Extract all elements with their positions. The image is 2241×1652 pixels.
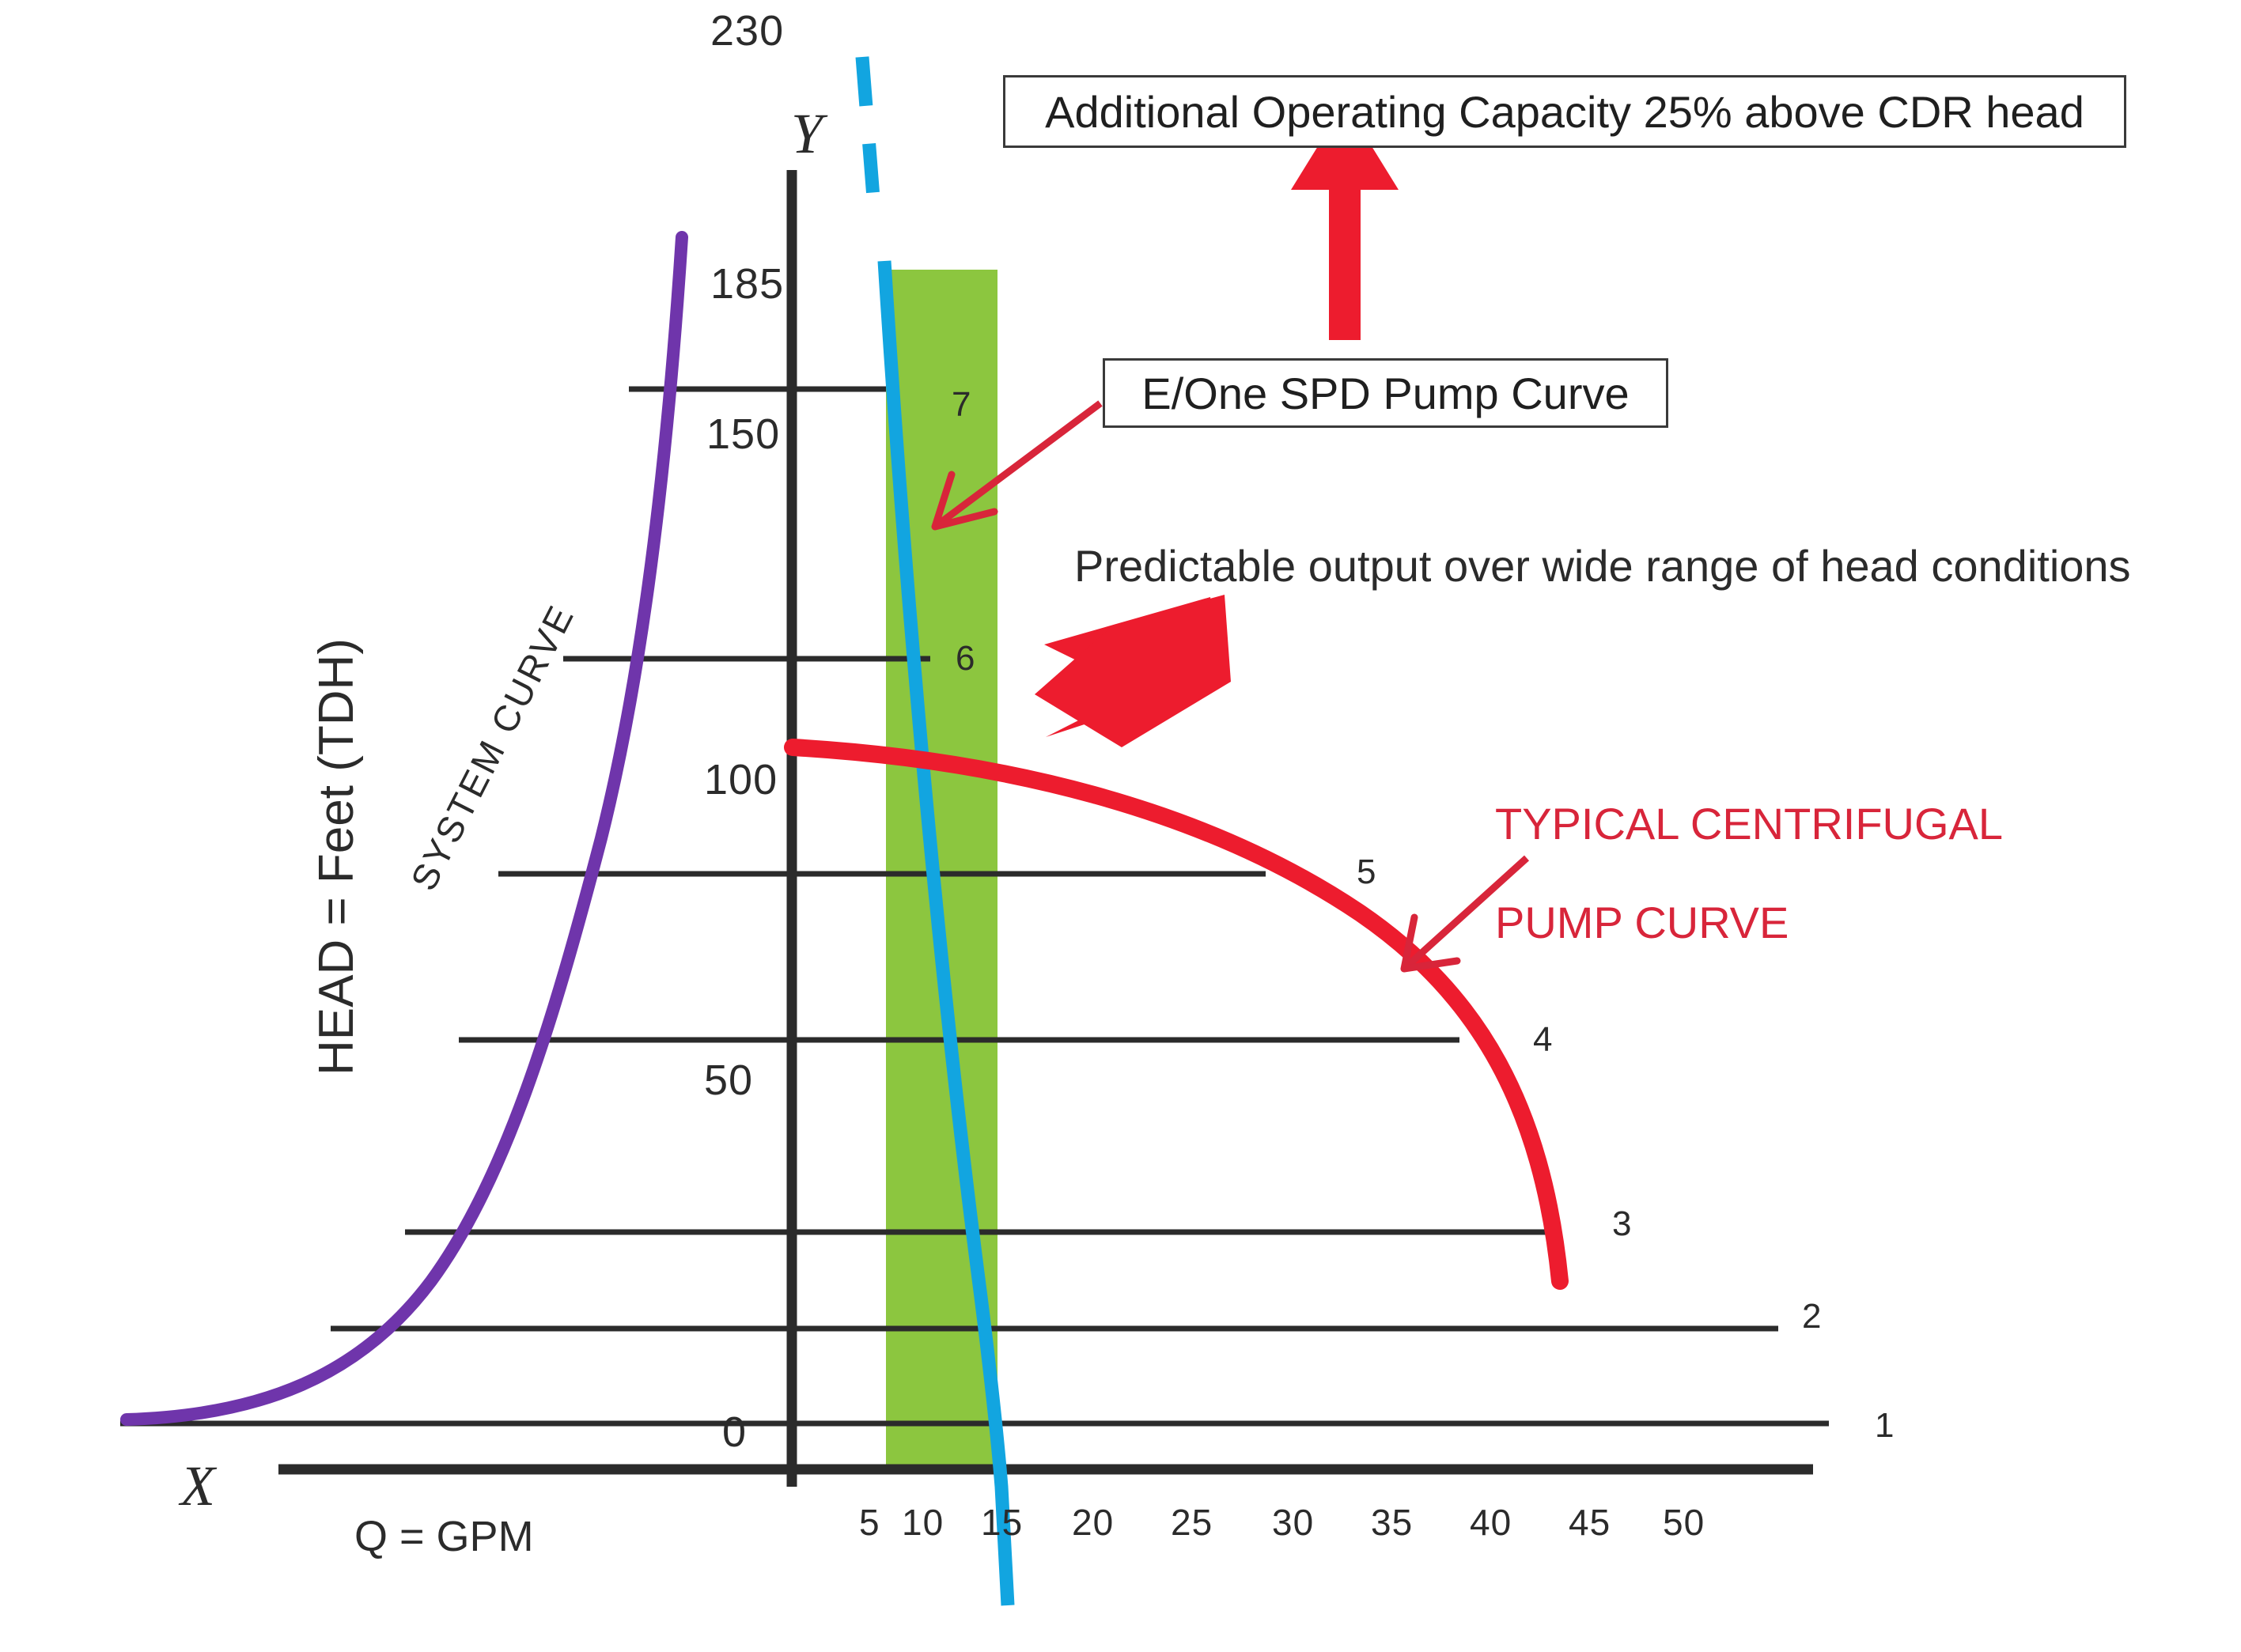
y-axis-title: HEAD = Feet (TDH) <box>309 638 364 1076</box>
curve-marker-1: 1 <box>1875 1406 1895 1445</box>
spd-callout-label: E/One SPD Pump Curve <box>1141 368 1630 418</box>
y-axis-letter: Y <box>791 102 823 165</box>
curve-marker-5: 5 <box>1357 852 1376 891</box>
predictable-arrow-left-solid <box>1035 595 1231 747</box>
spd-curve-dashed-extension <box>855 56 880 198</box>
x-tick-50: 50 <box>1663 1502 1705 1543</box>
x-tick-15: 15 <box>981 1502 1024 1543</box>
curve-marker-7: 7 <box>952 385 971 424</box>
y-tick-230: 230 <box>710 7 785 55</box>
x-tick-35: 35 <box>1371 1502 1414 1543</box>
y-tick-185: 185 <box>710 260 785 308</box>
capacity-callout-box: Additional Operating Capacity 25% above … <box>1003 75 2126 148</box>
x-axis-title: Q = GPM <box>354 1513 534 1560</box>
y-tick-100: 100 <box>704 756 778 803</box>
curve-marker-4: 4 <box>1533 1020 1553 1059</box>
x-axis-letter: X <box>180 1454 215 1518</box>
x-tick-5: 5 <box>859 1502 880 1543</box>
x-tick-25: 25 <box>1171 1502 1213 1543</box>
y-tick-150: 150 <box>706 410 781 458</box>
x-tick-10: 10 <box>902 1502 944 1543</box>
centrifugal-note-line2: PUMP CURVE <box>1495 898 1789 948</box>
centrifugal-note: TYPICAL CENTRIFUGAL PUMP CURVE <box>1495 750 2003 998</box>
x-tick-20: 20 <box>1072 1502 1115 1543</box>
x-tick-40: 40 <box>1470 1502 1512 1543</box>
capacity-callout-label: Additional Operating Capacity 25% above … <box>1045 86 2084 137</box>
curve-marker-3: 3 <box>1612 1204 1632 1243</box>
curve-marker-6: 6 <box>956 639 975 678</box>
x-tick-45: 45 <box>1569 1502 1611 1543</box>
y-tick-50: 50 <box>704 1057 754 1104</box>
spd-callout-box: E/One SPD Pump Curve <box>1103 358 1668 428</box>
predictable-note-label: Predictable output over wide range of he… <box>1074 541 2131 591</box>
system-curve-path <box>120 231 688 1426</box>
curve-marker-2: 2 <box>1802 1297 1822 1336</box>
y-tick-0: 0 <box>722 1408 748 1456</box>
pump-curve-figure: 230 185 150 100 50 0 5 10 15 20 25 30 35… <box>0 0 2241 1652</box>
centrifugal-note-line1: TYPICAL CENTRIFUGAL <box>1495 798 2004 849</box>
x-tick-30: 30 <box>1272 1502 1315 1543</box>
